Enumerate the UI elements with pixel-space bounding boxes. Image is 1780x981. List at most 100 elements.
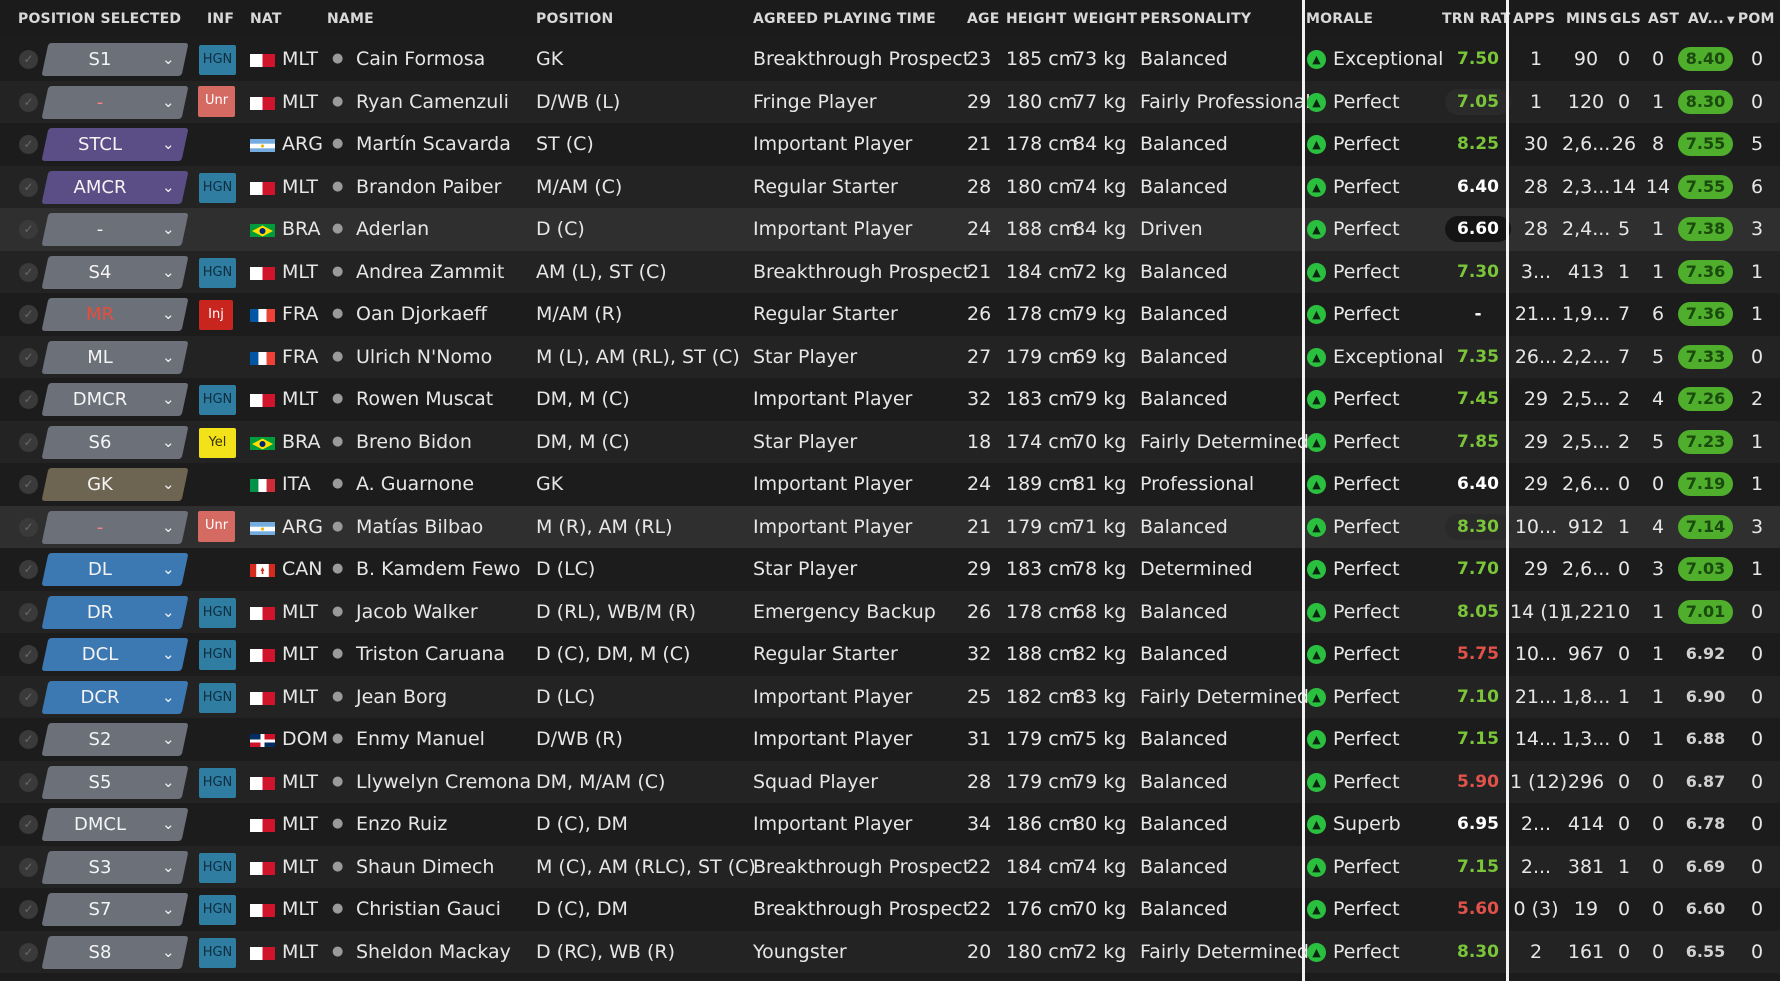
select-checkbox[interactable]: ✓ — [19, 347, 38, 367]
table-row[interactable]: ✓ ML ⌄ FRA ● Ulrich N'Nomo M (L), AM (RL), ST … — [0, 335, 1780, 379]
table-row[interactable]: ✓ DCL ⌄ HGN MLT ● Triston Caruana D (C), DM, M … — [0, 633, 1780, 676]
player-name[interactable]: Enmy Manuel — [356, 718, 485, 761]
player-name[interactable]: Jacob Walker — [356, 591, 478, 634]
player-name[interactable]: Enzo Ruiz — [356, 803, 447, 846]
info-badge[interactable]: HGN — [199, 172, 236, 203]
select-checkbox[interactable]: ✓ — [19, 305, 38, 324]
info-badge[interactable]: Unr — [198, 85, 235, 117]
position-selector[interactable]: DCL ⌄ — [41, 638, 189, 671]
col-weight[interactable]: WEIGHT — [1073, 11, 1137, 27]
info-badge[interactable]: HGN — [199, 767, 236, 798]
player-name[interactable]: Andrea Zammit — [356, 251, 504, 294]
player-name[interactable]: Ulrich N'Nomo — [356, 336, 492, 379]
table-row[interactable]: ✓ S7 ⌄ HGN MLT ● Christian Gauci D (C), DM Break… — [0, 888, 1780, 931]
position-selector[interactable]: - ⌄ — [41, 213, 189, 246]
table-row[interactable]: ✓ S8 ⌄ HGN MLT ● Sheldon Mackay D (RC), WB (R) Y… — [0, 930, 1780, 973]
player-name[interactable]: B. Kamdem Fewo — [356, 548, 520, 591]
select-checkbox[interactable]: ✓ — [19, 220, 38, 239]
player-name[interactable]: Martín Scavarda — [356, 123, 511, 166]
player-name[interactable]: A. Guarnone — [356, 463, 474, 506]
position-selector[interactable]: S1 ⌄ — [41, 43, 189, 76]
table-row[interactable]: ✓ STCL ⌄ ARG ● Martín Scavarda ST (C) Important… — [0, 123, 1780, 166]
table-row[interactable]: ✓ DL ⌄ CAN ● B. Kamdem Fewo D (LC) Star Player 2… — [0, 548, 1780, 591]
select-checkbox[interactable]: ✓ — [19, 900, 38, 919]
col-playing-time[interactable]: AGREED PLAYING TIME — [753, 11, 936, 27]
position-selector[interactable]: DMCL ⌄ — [41, 808, 189, 841]
table-row[interactable]: ✓ DMCL ⌄ MLT ● Enzo Ruiz D (C), DM Important Pl… — [0, 803, 1780, 846]
select-checkbox[interactable]: ✓ — [19, 815, 38, 834]
info-badge[interactable]: HGN — [199, 640, 236, 670]
player-name[interactable]: Brandon Paiber — [356, 166, 501, 209]
col-personality[interactable]: PERSONALITY — [1140, 11, 1251, 27]
position-selector[interactable]: S8 ⌄ — [41, 935, 189, 969]
select-checkbox[interactable]: ✓ — [19, 135, 38, 154]
select-checkbox[interactable]: ✓ — [19, 432, 38, 452]
col-av[interactable]: AV... — [1688, 11, 1724, 27]
player-name[interactable]: Cain Formosa — [356, 38, 485, 81]
player-name[interactable]: Ryan Camenzuli — [356, 81, 509, 124]
select-checkbox[interactable]: ✓ — [19, 390, 38, 409]
table-row[interactable]: ✓ DR ⌄ HGN MLT ● Jacob Walker D (RL), WB/M (R) E… — [0, 590, 1780, 634]
select-checkbox[interactable]: ✓ — [19, 50, 38, 69]
col-inf[interactable]: INF — [207, 11, 234, 27]
col-mins[interactable]: MINS — [1566, 11, 1608, 27]
table-row[interactable]: ✓ - ⌄ BRA ● Aderlan D (C) Important Player 24 188… — [0, 208, 1780, 251]
position-selector[interactable]: DL ⌄ — [41, 553, 189, 586]
select-checkbox[interactable]: ✓ — [19, 560, 38, 579]
position-selector[interactable]: STCL ⌄ — [41, 128, 189, 161]
position-selector[interactable]: S2 ⌄ — [41, 723, 189, 756]
player-name[interactable]: Rowen Muscat — [356, 378, 493, 421]
table-row[interactable]: ✓ S3 ⌄ HGN MLT ● Shaun Dimech M (C), AM (RLC), … — [0, 845, 1780, 889]
col-position[interactable]: POSITION — [536, 11, 613, 27]
table-row[interactable]: ✓ S4 ⌄ HGN MLT ● Andrea Zammit AM (L), ST (C) Br… — [0, 250, 1780, 294]
select-checkbox[interactable]: ✓ — [19, 517, 38, 537]
table-row[interactable]: ✓ S1 ⌄ HGN MLT ● Cain Formosa GK Breakthrough Pr… — [0, 38, 1780, 81]
info-badge[interactable]: Inj — [199, 300, 233, 330]
col-gls[interactable]: GLS — [1610, 11, 1641, 27]
position-selector[interactable]: S7 ⌄ — [41, 893, 189, 926]
select-checkbox[interactable]: ✓ — [19, 177, 38, 197]
select-checkbox[interactable]: ✓ — [19, 942, 38, 962]
col-nat[interactable]: NAT — [250, 11, 282, 27]
info-badge[interactable]: HGN — [199, 597, 236, 628]
info-badge[interactable]: Yel — [199, 427, 236, 458]
table-row[interactable]: ✓ - ⌄ Unr ARG ● Matías Bilbao M (R), AM (RL) Imp… — [0, 505, 1780, 549]
col-age[interactable]: AGE — [967, 11, 1000, 27]
position-selector[interactable]: - ⌄ — [41, 85, 189, 119]
info-badge[interactable]: HGN — [199, 937, 236, 968]
select-checkbox[interactable]: ✓ — [19, 602, 38, 622]
position-selector[interactable]: - ⌄ — [41, 510, 189, 544]
table-row[interactable]: ✓ DMCR ⌄ HGN MLT ● Rowen Muscat DM, M (C) Import… — [0, 378, 1780, 421]
player-name[interactable]: Jean Borg — [356, 676, 447, 719]
position-selector[interactable]: DMCR ⌄ — [41, 383, 189, 416]
player-name[interactable]: Shaun Dimech — [356, 846, 494, 889]
table-row[interactable]: ✓ - ⌄ Unr MLT ● Ryan Camenzuli D/WB (L) Fringe P… — [0, 80, 1780, 124]
info-badge[interactable]: HGN — [199, 852, 236, 883]
select-checkbox[interactable]: ✓ — [19, 687, 38, 707]
table-row[interactable]: ✓ DCR ⌄ HGN MLT ● Jean Borg D (LC) Important Pla… — [0, 675, 1780, 719]
position-selector[interactable]: S5 ⌄ — [41, 765, 189, 799]
select-checkbox[interactable]: ✓ — [19, 772, 38, 792]
player-name[interactable]: Aderlan — [356, 208, 429, 251]
player-name[interactable]: Christian Gauci — [356, 888, 501, 931]
player-name[interactable]: Matías Bilbao — [356, 506, 483, 549]
col-apps[interactable]: APPS — [1513, 11, 1555, 27]
player-name[interactable]: Llywelyn Cremona — [356, 761, 531, 804]
select-checkbox[interactable]: ✓ — [19, 730, 38, 749]
position-selector[interactable]: S3 ⌄ — [41, 850, 189, 884]
player-name[interactable]: Triston Caruana — [356, 633, 505, 676]
select-checkbox[interactable]: ✓ — [19, 475, 38, 494]
position-selector[interactable]: DR ⌄ — [41, 595, 189, 629]
position-selector[interactable]: S4 ⌄ — [41, 255, 189, 289]
select-checkbox[interactable]: ✓ — [19, 857, 38, 877]
col-position-selected[interactable]: POSITION SELECTED — [18, 11, 181, 27]
table-row[interactable]: ✓ AMCR ⌄ HGN MLT ● Brandon Paiber M/AM (C) Regul… — [0, 165, 1780, 209]
col-height[interactable]: HEIGHT — [1006, 11, 1066, 27]
info-badge[interactable]: HGN — [199, 45, 236, 75]
col-ast[interactable]: AST — [1648, 11, 1679, 27]
col-trn-rat[interactable]: TRN RAT — [1442, 11, 1510, 27]
table-row[interactable]: ✓ MR ⌄ Inj FRA ● Oan Djorkaeff M/AM (R) Regular … — [0, 293, 1780, 336]
col-pom[interactable]: ▼ POM — [1727, 11, 1775, 27]
table-row[interactable]: ✓ S5 ⌄ HGN MLT ● Llywelyn Cremona DM, M/AM (C) S… — [0, 760, 1780, 804]
col-morale[interactable]: MORALE — [1306, 11, 1373, 27]
